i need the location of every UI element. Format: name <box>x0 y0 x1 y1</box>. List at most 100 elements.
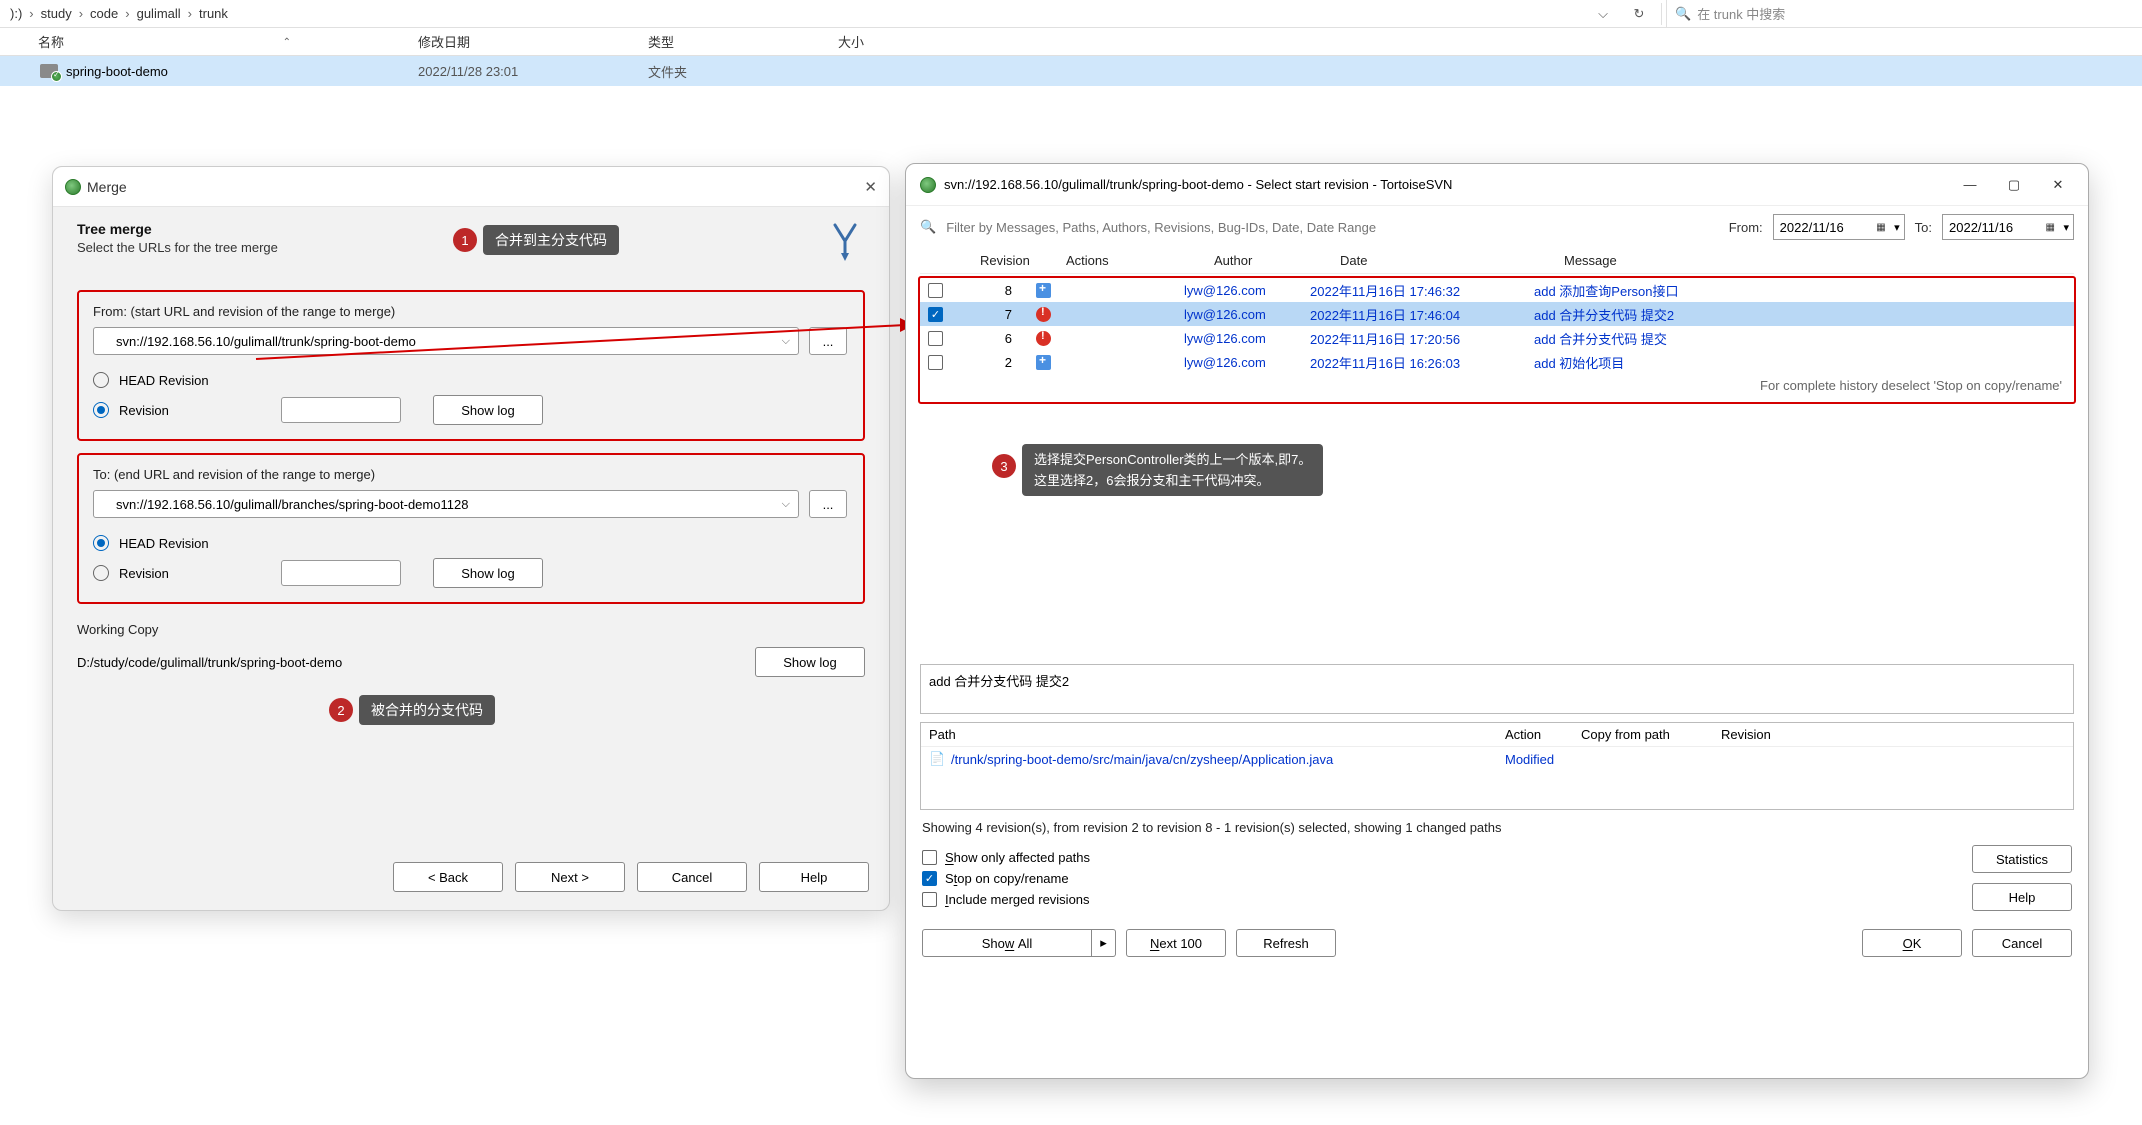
checkbox-label[interactable]: Include merged revisions <box>945 892 1090 907</box>
next-button[interactable]: Next > <box>515 862 625 892</box>
checkbox-include-merged[interactable] <box>922 892 937 907</box>
checkbox-label[interactable]: Stop on copy/rename <box>945 871 1069 886</box>
to-revision-label: Revision <box>119 566 259 581</box>
help-button[interactable]: Help <box>1972 883 2072 911</box>
history-dropdown-icon[interactable]: ⌵ <box>1585 0 1621 28</box>
minimize-icon[interactable]: — <box>1948 170 1992 200</box>
revision-row[interactable]: ✓7lyw@126.com2022年11月16日 17:46:04add 合并分… <box>920 302 2074 326</box>
search-placeholder: 在 trunk 中搜索 <box>1697 4 1785 23</box>
col-message[interactable]: Message <box>1564 253 2074 268</box>
from-head-radio[interactable] <box>93 372 109 388</box>
column-header-type[interactable]: 类型 <box>648 32 838 51</box>
revision-checkbox[interactable]: ✓ <box>928 307 943 322</box>
cancel-button[interactable]: Cancel <box>1972 929 2072 957</box>
statistics-button[interactable]: Statistics <box>1972 845 2072 873</box>
to-date-picker[interactable]: 2022/11/16 ▦ ▾ <box>1942 214 2074 240</box>
col-actions[interactable]: Actions <box>1066 253 1214 268</box>
from-revision-radio[interactable] <box>93 402 109 418</box>
checkbox-show-affected[interactable] <box>922 850 937 865</box>
revision-checkbox[interactable] <box>928 331 943 346</box>
divider <box>1661 3 1662 25</box>
log-titlebar[interactable]: svn://192.168.56.10/gulimall/trunk/sprin… <box>906 164 2088 206</box>
to-url-combo[interactable]: svn://192.168.56.10/gulimall/branches/sp… <box>93 490 799 518</box>
to-date-value: 2022/11/16 <box>1949 220 2013 235</box>
cancel-button[interactable]: Cancel <box>637 862 747 892</box>
close-icon[interactable]: ✕ <box>2036 170 2080 200</box>
column-header-date[interactable]: 修改日期 <box>418 32 648 51</box>
search-icon: 🔍 <box>1675 6 1691 22</box>
revision-date: 2022年11月16日 17:46:04 <box>1310 305 1534 324</box>
column-header-name[interactable]: 名称 ⌃ <box>38 32 418 51</box>
action-value: Modified <box>1505 752 1581 767</box>
col-revision[interactable]: Revision <box>1721 727 1821 742</box>
revision-date: 2022年11月16日 17:46:32 <box>1310 281 1534 300</box>
refresh-icon[interactable]: ↻ <box>1621 0 1657 28</box>
merge-dialog: Merge ✕ Tree merge Select the URLs for t… <box>52 166 890 911</box>
revision-row[interactable]: 8lyw@126.com2022年11月16日 17:46:32add 添加查询… <box>920 278 2074 302</box>
revision-row[interactable]: 6lyw@126.com2022年11月16日 17:20:56add 合并分支… <box>920 326 2074 350</box>
calendar-icon: ▦ <box>1876 222 1885 233</box>
path-row[interactable]: 📄 /trunk/spring-boot-demo/src/main/java/… <box>921 747 2073 771</box>
filter-input[interactable] <box>946 214 1719 240</box>
revision-action-icon <box>1036 354 1184 370</box>
maximize-icon[interactable]: ▢ <box>1992 170 2036 200</box>
from-show-log-button[interactable]: Show log <box>433 395 543 425</box>
column-header-size[interactable]: 大小 <box>838 32 958 51</box>
col-action[interactable]: Action <box>1505 727 1581 742</box>
from-url-combo[interactable]: svn://192.168.56.10/gulimall/trunk/sprin… <box>93 327 799 355</box>
checkbox-stop-on-copy[interactable]: ✓ <box>922 871 937 886</box>
col-date[interactable]: Date <box>1340 253 1564 268</box>
breadcrumb-root[interactable]: ):) <box>10 6 22 21</box>
to-head-radio[interactable] <box>93 535 109 551</box>
search-input[interactable]: 🔍 在 trunk 中搜索 <box>1666 0 2136 28</box>
revision-date: 2022年11月16日 16:26:03 <box>1310 353 1534 372</box>
breadcrumb-item[interactable]: code <box>90 6 118 21</box>
show-all-dropdown[interactable]: ▸ <box>1092 929 1116 957</box>
to-show-log-button[interactable]: Show log <box>433 558 543 588</box>
to-revision-input[interactable] <box>281 560 401 586</box>
revision-date: 2022年11月16日 17:20:56 <box>1310 329 1534 348</box>
breadcrumb-item[interactable]: study <box>41 6 72 21</box>
from-date-label: From: <box>1729 220 1763 235</box>
to-browse-button[interactable]: ... <box>809 490 847 518</box>
file-type: 文件夹 <box>648 62 838 81</box>
breadcrumb-item[interactable]: gulimall <box>137 6 181 21</box>
revision-checkbox[interactable] <box>928 355 943 370</box>
back-button[interactable]: < Back <box>393 862 503 892</box>
from-revision-input[interactable] <box>281 397 401 423</box>
working-copy-section: Working Copy D:/study/code/gulimall/trun… <box>77 622 865 677</box>
from-date-picker[interactable]: 2022/11/16 ▦ ▾ <box>1773 214 1905 240</box>
close-icon[interactable]: ✕ <box>864 178 877 196</box>
next-100-button[interactable]: Next 100 <box>1126 929 1226 957</box>
search-icon[interactable]: 🔍 <box>920 219 936 235</box>
col-author[interactable]: Author <box>1214 253 1340 268</box>
from-label: From: (start URL and revision of the ran… <box>93 304 847 319</box>
wc-show-log-button[interactable]: Show log <box>755 647 865 677</box>
from-browse-button[interactable]: ... <box>809 327 847 355</box>
file-row[interactable]: spring-boot-demo 2022/11/28 23:01 文件夹 <box>0 56 2142 86</box>
message-panel[interactable]: add 合并分支代码 提交2 <box>920 664 2074 714</box>
breadcrumb-item[interactable]: trunk <box>199 6 228 21</box>
show-all-button[interactable]: Show All <box>922 929 1092 957</box>
checkbox-label[interactable]: Show only affected paths <box>945 850 1090 865</box>
revision-checkbox[interactable] <box>928 283 943 298</box>
merge-subheading: Select the URLs for the tree merge <box>77 240 825 255</box>
to-revision-radio[interactable] <box>93 565 109 581</box>
paths-panel: Path Action Copy from path Revision 📄 /t… <box>920 722 2074 810</box>
ok-button[interactable]: OK <box>1862 929 1962 957</box>
refresh-button[interactable]: Refresh <box>1236 929 1336 957</box>
help-button[interactable]: Help <box>759 862 869 892</box>
merge-branch-icon <box>825 221 865 270</box>
revision-table-header: Revision Actions Author Date Message <box>920 248 2074 274</box>
revision-author: lyw@126.com <box>1184 283 1310 298</box>
log-bottom-buttons: Show All ▸ Next 100 Refresh OK Cancel <box>906 915 2088 971</box>
merge-title: Merge <box>87 179 864 195</box>
revision-row[interactable]: 2lyw@126.com2022年11月16日 16:26:03add 初始化项… <box>920 350 2074 374</box>
revision-message: add 添加查询Person接口 <box>1534 281 2074 300</box>
col-copyfrom[interactable]: Copy from path <box>1581 727 1721 742</box>
breadcrumb[interactable]: ):)› study› code› gulimall› trunk <box>6 6 1585 21</box>
file-modified-icon: 📄 <box>929 751 947 767</box>
col-path[interactable]: Path <box>929 727 1505 742</box>
col-revision[interactable]: Revision <box>980 253 1066 268</box>
merge-titlebar[interactable]: Merge ✕ <box>53 167 889 207</box>
